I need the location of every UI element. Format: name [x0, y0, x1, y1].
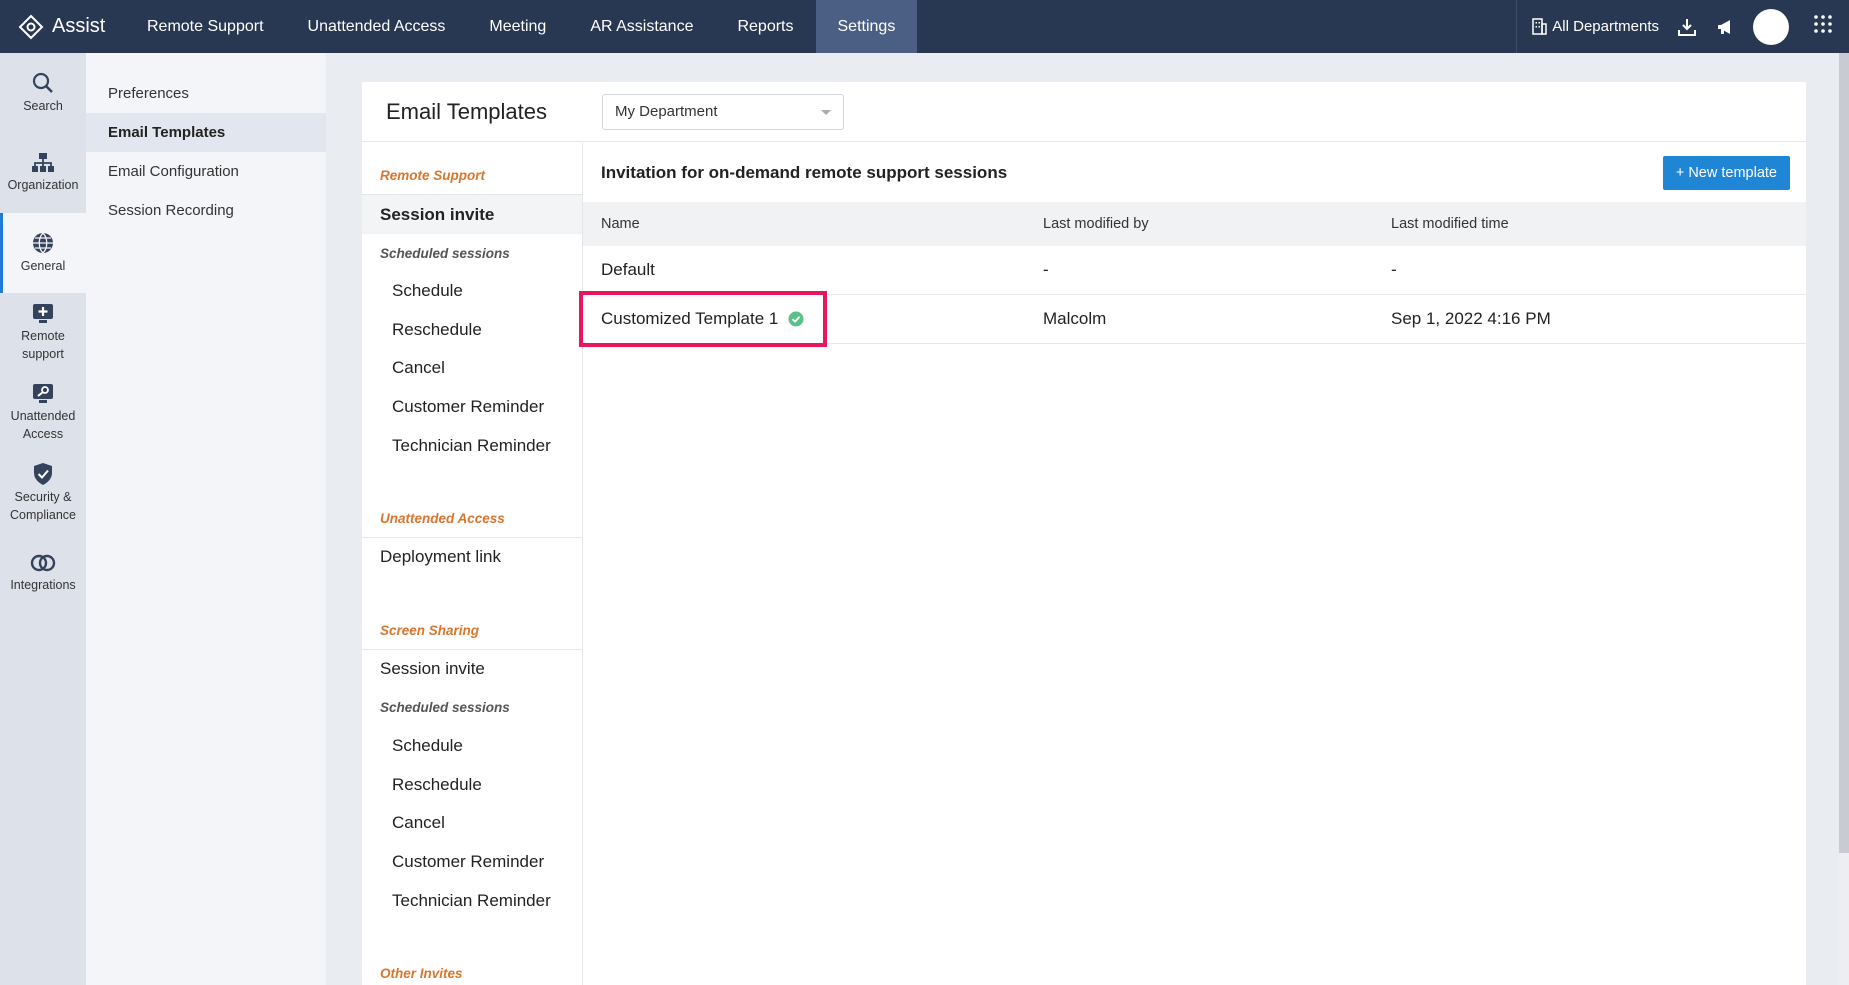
app-name: Assist [52, 15, 106, 37]
department-select-value: My Department [615, 103, 718, 120]
rail-general[interactable]: General [0, 213, 86, 293]
tpl-ss-technician-reminder[interactable]: Technician Reminder [362, 881, 582, 920]
tpl-ss-session-invite[interactable]: Session invite [362, 650, 582, 689]
tpl-ss-reschedule[interactable]: Reschedule [362, 766, 582, 805]
organization-icon [32, 152, 54, 172]
template-list-title: Invitation for on-demand remote support … [601, 162, 1008, 182]
template-list-header: Invitation for on-demand remote support … [583, 143, 1806, 202]
rail-label: General [20, 258, 66, 273]
column-header-name[interactable]: Name [583, 216, 1043, 232]
department-switcher[interactable]: All Departments [1531, 18, 1659, 35]
highlight-box [579, 291, 827, 347]
settings-rail: Search Organization General Remote suppo… [0, 53, 86, 985]
unattended-access-icon [33, 384, 53, 403]
top-right-tools: All Departments [1516, 0, 1849, 53]
row-modified-time: - [1391, 260, 1397, 279]
megaphone-icon[interactable] [1715, 17, 1735, 37]
top-bar: Assist Remote Support Unattended Access … [0, 0, 1849, 53]
rail-label: Search [23, 98, 63, 113]
nav-unattended-access[interactable]: Unattended Access [286, 0, 468, 53]
rail-security-compliance[interactable]: Security & Compliance [0, 453, 86, 533]
rail-label: Unattended Access [10, 409, 76, 441]
subnav-email-configuration[interactable]: Email Configuration [86, 152, 326, 191]
subnav-preferences[interactable]: Preferences [86, 74, 326, 113]
nav-ar-assistance[interactable]: AR Assistance [568, 0, 715, 53]
row-name[interactable]: Default [583, 260, 1043, 280]
assist-logo-icon [18, 14, 44, 39]
rail-label: Security & Compliance [9, 490, 76, 522]
rail-label: Organization [7, 177, 79, 192]
shield-icon [34, 463, 52, 485]
column-header-modified-time[interactable]: Last modified time [1391, 216, 1806, 232]
tpl-rs-session-invite[interactable]: Session invite [362, 195, 582, 234]
nav-remote-support[interactable]: Remote Support [125, 0, 286, 53]
email-templates-panel: Email Templates My Department Remote Sup… [362, 82, 1806, 985]
brand[interactable]: Assist [0, 0, 125, 53]
rail-unattended-access[interactable]: Unattended Access [0, 373, 86, 453]
tpl-rs-technician-reminder[interactable]: Technician Reminder [362, 426, 582, 465]
tpl-ss-schedule[interactable]: Schedule [362, 727, 582, 766]
table-header: Name Last modified by Last modified time [583, 202, 1806, 246]
user-avatar[interactable] [1753, 8, 1789, 45]
rail-integrations[interactable]: Integrations [0, 533, 86, 613]
column-header-modified-by[interactable]: Last modified by [1043, 216, 1391, 232]
section-remote-support: Remote Support [362, 143, 582, 195]
tpl-rs-scheduled-heading: Scheduled sessions [380, 245, 510, 261]
search-icon [32, 72, 53, 93]
row-modified-by: Malcolm [1043, 309, 1107, 328]
nav-reports[interactable]: Reports [715, 0, 815, 53]
main-nav: Remote Support Unattended Access Meeting… [125, 0, 918, 53]
section-other-invites: Other Invites [362, 940, 582, 985]
page-title: Email Templates [386, 98, 547, 124]
department-select[interactable]: My Department [602, 93, 844, 130]
globe-icon [33, 232, 53, 254]
subnav-session-recording[interactable]: Session Recording [86, 191, 326, 230]
nav-settings[interactable]: Settings [815, 0, 918, 53]
rail-search[interactable]: Search [0, 53, 86, 133]
general-subnav: Preferences Email Templates Email Config… [86, 53, 326, 985]
tpl-ss-scheduled-heading: Scheduled sessions [380, 700, 510, 716]
section-unattended-access: Unattended Access [362, 485, 582, 538]
tpl-rs-reschedule[interactable]: Reschedule [362, 311, 582, 350]
building-icon [1532, 18, 1548, 35]
rail-label: Remote support [21, 329, 65, 361]
rail-label: Integrations [10, 577, 76, 592]
row-modified-by: - [1043, 260, 1049, 279]
chevron-down-icon [821, 109, 831, 115]
rail-organization[interactable]: Organization [0, 133, 86, 213]
department-label: All Departments [1552, 18, 1659, 35]
tpl-rs-customer-reminder[interactable]: Customer Reminder [362, 388, 582, 427]
template-category-nav: Remote Support Session invite Scheduled … [362, 143, 583, 985]
scrollbar-thumb[interactable] [1839, 53, 1849, 853]
tpl-ss-customer-reminder[interactable]: Customer Reminder [362, 843, 582, 882]
tpl-ua-deployment-link[interactable]: Deployment link [362, 538, 582, 577]
tpl-rs-cancel[interactable]: Cancel [362, 349, 582, 388]
remote-support-icon [33, 304, 53, 323]
template-list: Invitation for on-demand remote support … [579, 143, 1806, 985]
tpl-ss-cancel[interactable]: Cancel [362, 804, 582, 843]
subnav-email-templates[interactable]: Email Templates [86, 113, 326, 152]
nav-meeting[interactable]: Meeting [467, 0, 568, 53]
integrations-icon [30, 554, 56, 571]
table-row[interactable]: Customized Template 1 Malcolm Sep 1, 202… [579, 291, 1806, 347]
new-template-button[interactable]: + New template [1662, 155, 1790, 190]
apps-grid-icon[interactable] [1813, 14, 1833, 39]
rail-remote-support[interactable]: Remote support [0, 293, 86, 373]
row-modified-time: Sep 1, 2022 4:16 PM [1391, 309, 1551, 328]
section-screen-sharing: Screen Sharing [362, 597, 582, 650]
table-row[interactable]: Default - - [583, 246, 1806, 295]
panel-header: Email Templates My Department [362, 82, 1806, 142]
download-icon[interactable] [1677, 17, 1697, 37]
tpl-rs-schedule[interactable]: Schedule [362, 272, 582, 311]
